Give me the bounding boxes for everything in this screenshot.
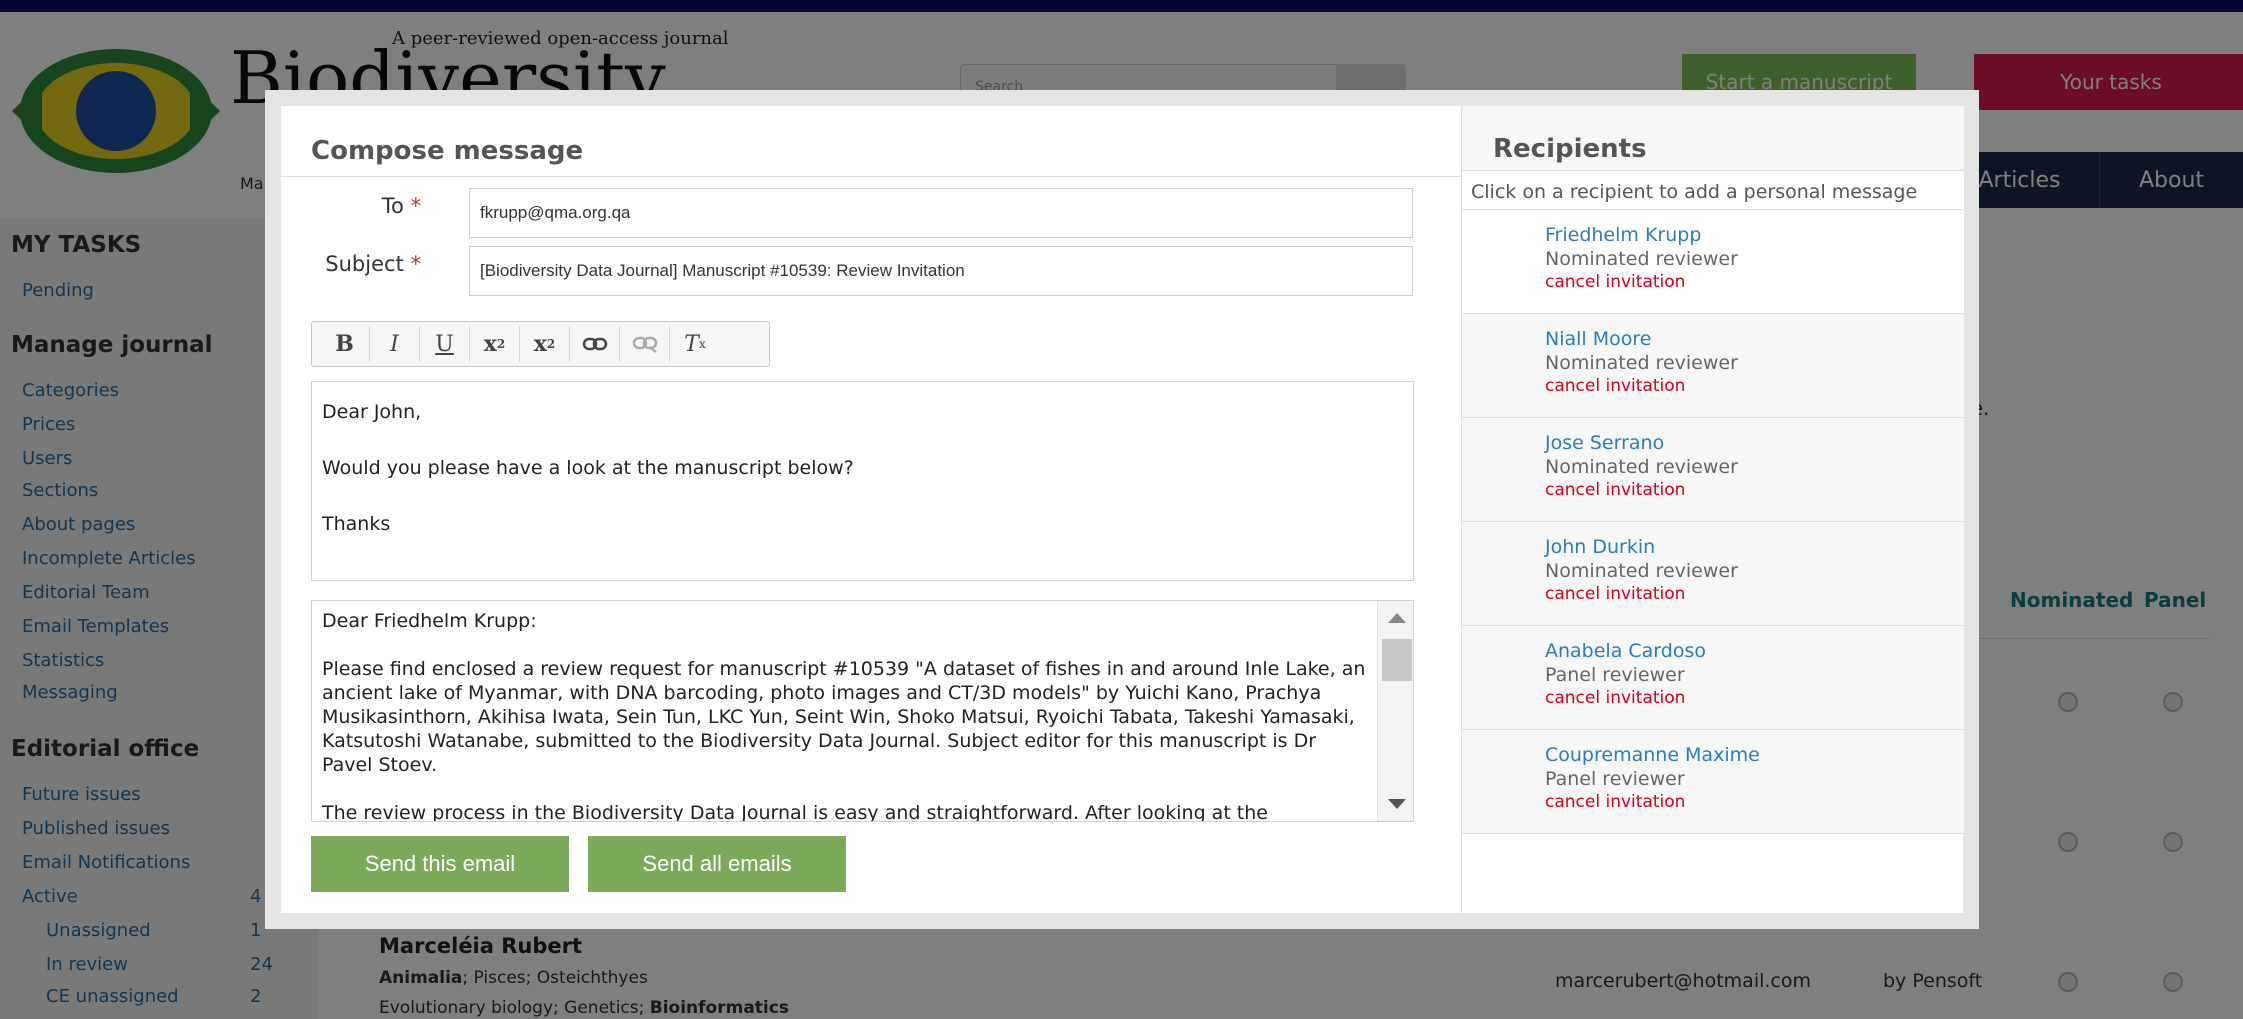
required-mark: * [410, 194, 422, 218]
recipients-header: Recipients [1462, 106, 1964, 170]
unlink-icon[interactable] [620, 326, 670, 362]
preview-paragraph: The review process in the Biodiversity D… [322, 802, 1268, 822]
required-mark: * [410, 252, 422, 276]
bold-icon[interactable]: B [320, 326, 370, 362]
cancel-invitation-link[interactable]: cancel invitation [1545, 688, 1685, 708]
subject-field[interactable]: [Biodiversity Data Journal] Manuscript #… [469, 246, 1413, 296]
subscript-icon[interactable]: x2 [470, 326, 520, 362]
compose-panel: Compose message To * fkrupp@qma.org.qa S… [281, 106, 1461, 913]
editor-toolbar: B I U x2 x2 Tx [311, 321, 770, 367]
recipient-role: Nominated reviewer [1545, 248, 1738, 270]
to-label: To * [281, 194, 421, 218]
cancel-invitation-link[interactable]: cancel invitation [1545, 480, 1685, 500]
compose-title: Compose message [311, 136, 584, 166]
editor-line: Thanks [322, 513, 391, 535]
scroll-thumb[interactable] [1382, 639, 1412, 681]
scroll-up-icon[interactable] [1388, 613, 1406, 623]
recipient-item[interactable]: Friedhelm Krupp Nominated reviewer cance… [1462, 210, 1964, 314]
cancel-invitation-link[interactable]: cancel invitation [1545, 584, 1685, 604]
recipient-name[interactable]: Coupremanne Maxime [1545, 744, 1760, 766]
to-field[interactable]: fkrupp@qma.org.qa [469, 188, 1413, 238]
subject-label: Subject * [281, 252, 421, 276]
recipient-item[interactable]: Anabela Cardoso Panel reviewer cancel in… [1462, 626, 1964, 730]
superscript-icon[interactable]: x2 [520, 326, 570, 362]
recipient-name[interactable]: Anabela Cardoso [1545, 640, 1706, 662]
recipient-item[interactable]: Jose Serrano Nominated reviewer cancel i… [1462, 418, 1964, 522]
message-editor[interactable]: Dear John, Would you please have a look … [311, 381, 1414, 581]
recipient-role: Nominated reviewer [1545, 456, 1738, 478]
preview-paragraph: Dear Friedhelm Krupp: [322, 610, 537, 632]
recipients-title: Recipients [1493, 134, 1647, 164]
recipients-hint: Click on a recipient to add a personal m… [1462, 170, 1964, 210]
italic-icon[interactable]: I [370, 326, 420, 362]
preview-paragraph: Please find enclosed a review request fo… [322, 658, 1366, 776]
recipient-role: Panel reviewer [1545, 768, 1685, 790]
email-preview-text: Dear Friedhelm Krupp: Please find enclos… [322, 609, 1372, 822]
recipient-role: Nominated reviewer [1545, 352, 1738, 374]
preview-scrollbar[interactable] [1377, 601, 1413, 821]
subject-label-text: Subject [325, 252, 404, 276]
recipient-name[interactable]: Niall Moore [1545, 328, 1651, 350]
cancel-invitation-link[interactable]: cancel invitation [1545, 792, 1685, 812]
recipients-panel: Recipients Click on a recipient to add a… [1461, 106, 1964, 913]
to-label-text: To [381, 194, 404, 218]
underline-icon[interactable]: U [420, 326, 470, 362]
email-preview[interactable]: Dear Friedhelm Krupp: Please find enclos… [311, 600, 1414, 822]
editor-line: Would you please have a look at the manu… [322, 457, 854, 479]
recipient-item[interactable]: John Durkin Nominated reviewer cancel in… [1462, 522, 1964, 626]
modal-body: Compose message To * fkrupp@qma.org.qa S… [281, 106, 1964, 913]
clear-format-icon[interactable]: Tx [670, 326, 720, 362]
editor-line: Dear John, [322, 401, 422, 423]
recipient-item[interactable]: Niall Moore Nominated reviewer cancel in… [1462, 314, 1964, 418]
recipient-item[interactable]: Coupremanne Maxime Panel reviewer cancel… [1462, 730, 1964, 834]
cancel-invitation-link[interactable]: cancel invitation [1545, 272, 1685, 292]
recipient-role: Nominated reviewer [1545, 560, 1738, 582]
recipient-name[interactable]: Jose Serrano [1545, 432, 1664, 454]
recipient-name[interactable]: Friedhelm Krupp [1545, 224, 1701, 246]
link-icon[interactable] [570, 326, 620, 362]
scroll-down-icon[interactable] [1388, 799, 1406, 809]
cancel-invitation-link[interactable]: cancel invitation [1545, 376, 1685, 396]
compose-divider [281, 176, 1461, 177]
compose-modal: Compose message To * fkrupp@qma.org.qa S… [265, 90, 1979, 929]
send-all-emails-button[interactable]: Send all emails [588, 836, 846, 892]
send-this-email-button[interactable]: Send this email [311, 836, 569, 892]
recipient-role: Panel reviewer [1545, 664, 1685, 686]
recipient-name[interactable]: John Durkin [1545, 536, 1655, 558]
